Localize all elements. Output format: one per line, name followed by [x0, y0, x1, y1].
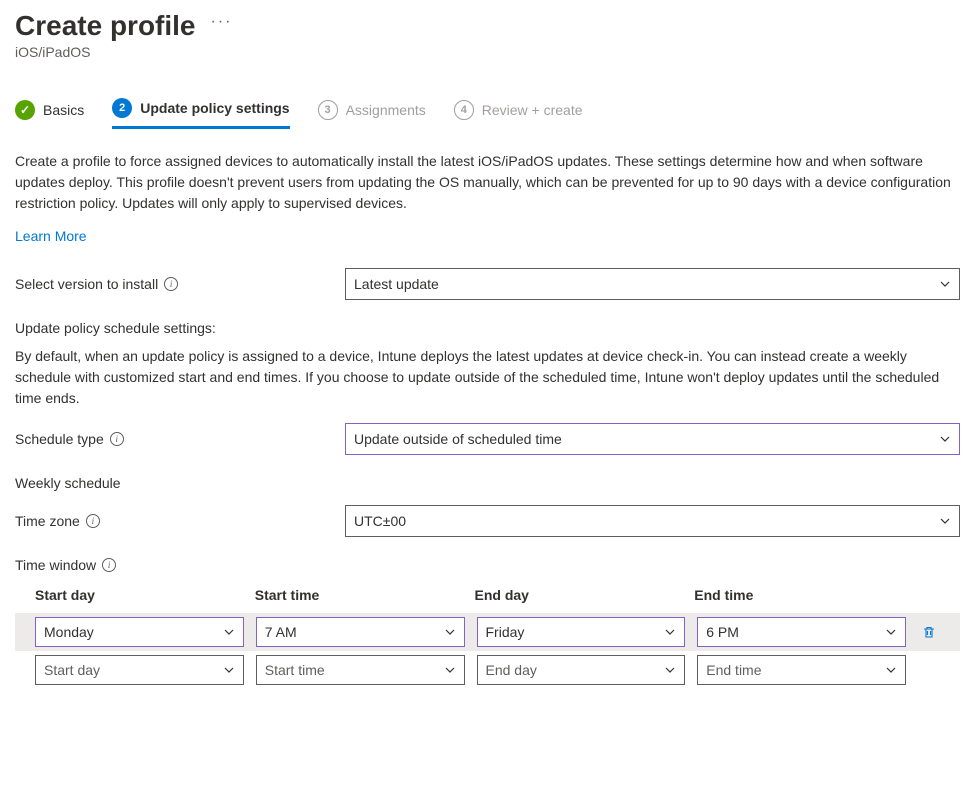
col-start-time: Start time [255, 587, 475, 603]
select-placeholder: End time [706, 662, 761, 678]
timezone-select[interactable]: UTC±00 [345, 505, 960, 537]
check-icon: ✓ [15, 100, 35, 120]
schedule-type-select[interactable]: Update outside of scheduled time [345, 423, 960, 455]
select-value: UTC±00 [354, 513, 406, 529]
info-icon[interactable]: i [86, 514, 100, 528]
tab-label: Review + create [482, 102, 583, 118]
select-placeholder: Start time [265, 662, 325, 678]
select-value: 6 PM [706, 624, 739, 640]
page-subtitle: iOS/iPadOS [15, 44, 960, 60]
select-value: Update outside of scheduled time [354, 431, 562, 447]
timezone-label: Time zone i [15, 513, 345, 529]
end-time-select[interactable]: End time [697, 655, 906, 685]
schedule-settings-heading: Update policy schedule settings: [15, 320, 960, 336]
chevron-down-icon [885, 626, 897, 638]
chevron-down-icon [444, 626, 456, 638]
intro-text: Create a profile to force assigned devic… [15, 151, 955, 214]
more-actions-button[interactable]: ··· [211, 13, 233, 31]
page-title: Create profile [15, 10, 196, 42]
time-window-table: Start day Start time End day End time Mo… [15, 587, 960, 689]
tab-label: Update policy settings [140, 100, 289, 116]
select-placeholder: End day [486, 662, 537, 678]
start-day-select[interactable]: Start day [35, 655, 244, 685]
start-time-select[interactable]: 7 AM [256, 617, 465, 647]
wizard-tabs: ✓ Basics 2 Update policy settings 3 Assi… [15, 98, 960, 129]
tab-review-create[interactable]: 4 Review + create [454, 100, 583, 128]
start-time-select[interactable]: Start time [256, 655, 465, 685]
schedule-type-label: Schedule type i [15, 431, 345, 447]
table-row-new: Start day Start time End day End time [15, 651, 960, 689]
chevron-down-icon [939, 433, 951, 445]
info-icon[interactable]: i [110, 432, 124, 446]
table-row: Monday 7 AM Friday 6 PM [15, 613, 960, 651]
version-label: Select version to install i [15, 276, 345, 292]
delete-row-button[interactable] [921, 624, 937, 640]
select-value: 7 AM [265, 624, 297, 640]
time-window-label: Time window i [15, 557, 960, 573]
info-icon[interactable]: i [102, 558, 116, 572]
learn-more-link[interactable]: Learn More [15, 228, 87, 244]
end-day-select[interactable]: Friday [477, 617, 686, 647]
select-value: Latest update [354, 276, 439, 292]
tab-basics[interactable]: ✓ Basics [15, 100, 84, 128]
chevron-down-icon [939, 278, 951, 290]
chevron-down-icon [664, 664, 676, 676]
chevron-down-icon [223, 626, 235, 638]
tab-label: Basics [43, 102, 84, 118]
step-number-icon: 2 [112, 98, 132, 118]
step-number-icon: 4 [454, 100, 474, 120]
tab-assignments[interactable]: 3 Assignments [318, 100, 426, 128]
trash-icon [921, 624, 937, 640]
info-icon[interactable]: i [164, 277, 178, 291]
weekly-schedule-heading: Weekly schedule [15, 475, 960, 491]
version-select[interactable]: Latest update [345, 268, 960, 300]
col-end-time: End time [694, 587, 914, 603]
tab-update-policy-settings[interactable]: 2 Update policy settings [112, 98, 289, 129]
select-placeholder: Start day [44, 662, 100, 678]
start-day-select[interactable]: Monday [35, 617, 244, 647]
col-end-day: End day [475, 587, 695, 603]
select-value: Monday [44, 624, 94, 640]
col-start-day: Start day [35, 587, 255, 603]
chevron-down-icon [223, 664, 235, 676]
chevron-down-icon [885, 664, 897, 676]
table-header: Start day Start time End day End time [15, 587, 960, 613]
chevron-down-icon [939, 515, 951, 527]
select-value: Friday [486, 624, 525, 640]
schedule-settings-body: By default, when an update policy is ass… [15, 346, 955, 409]
step-number-icon: 3 [318, 100, 338, 120]
end-time-select[interactable]: 6 PM [697, 617, 906, 647]
tab-label: Assignments [346, 102, 426, 118]
end-day-select[interactable]: End day [477, 655, 686, 685]
chevron-down-icon [444, 664, 456, 676]
chevron-down-icon [664, 626, 676, 638]
